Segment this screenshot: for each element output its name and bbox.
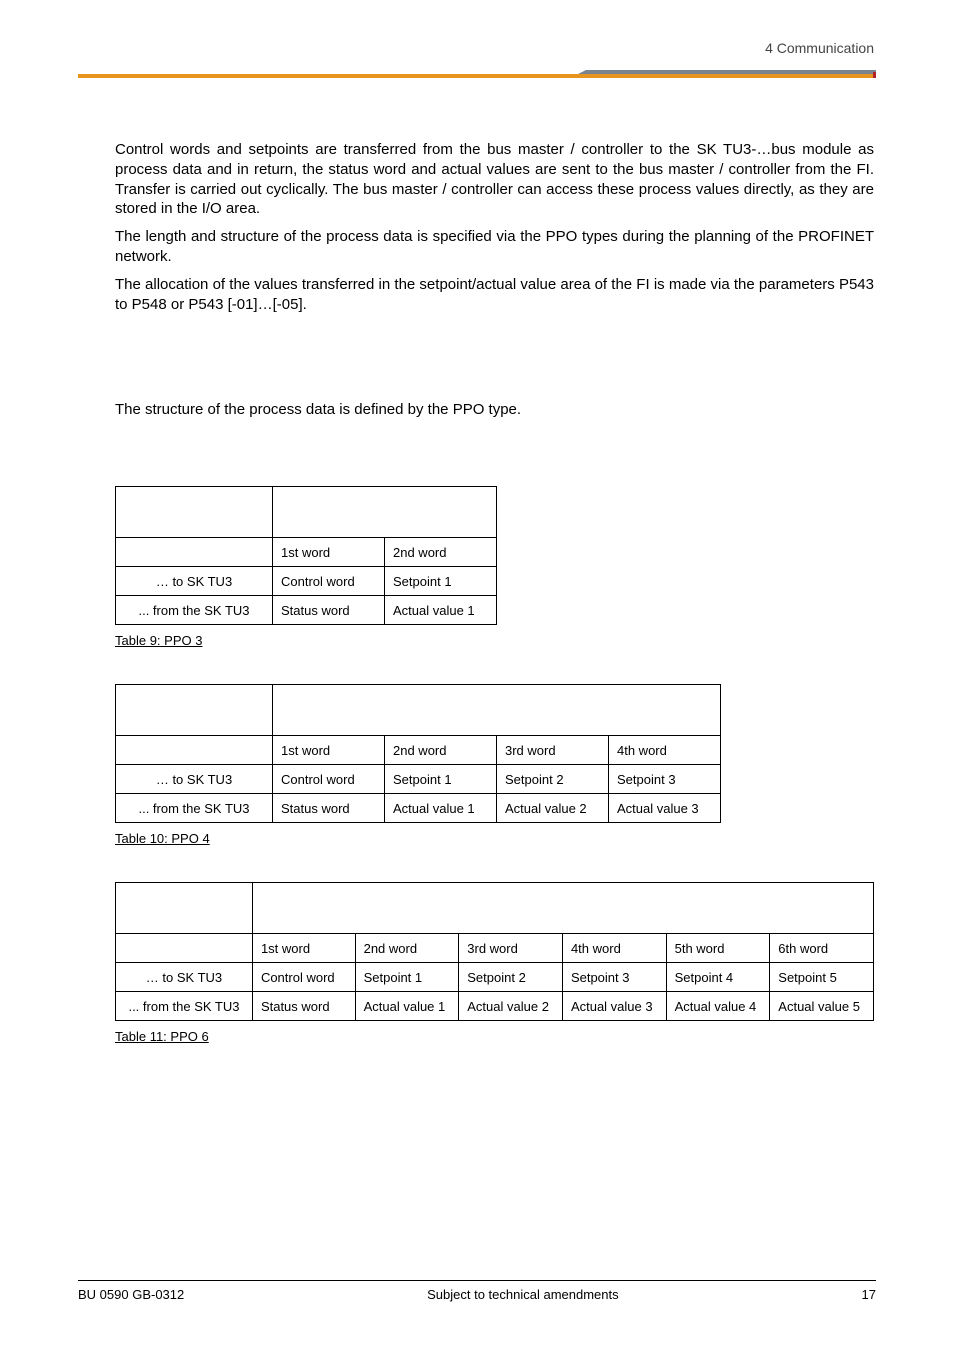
col-2nd: 2nd word <box>385 736 497 765</box>
col-1st: 1st word <box>252 934 355 963</box>
cell-sp1: Setpoint 1 <box>385 567 497 596</box>
cell-sw: Status word <box>273 794 385 823</box>
col-5th: 5th word <box>666 934 770 963</box>
caption-t10: Table 10: PPO 4 <box>115 831 874 846</box>
col-2nd: 2nd word <box>355 934 459 963</box>
row-to: … to SK TU3 <box>116 765 273 794</box>
cell-sp5: Setpoint 5 <box>770 963 874 992</box>
col-1st: 1st word <box>273 538 385 567</box>
cell-cw: Control word <box>273 765 385 794</box>
cell-av5: Actual value 5 <box>770 992 874 1021</box>
cell-cw: Control word <box>273 567 385 596</box>
caption-t9: Table 9: PPO 3 <box>115 633 874 648</box>
cell-av2: Actual value 2 <box>497 794 609 823</box>
cell-sp2: Setpoint 2 <box>497 765 609 794</box>
header-section: 4 Communication <box>765 40 874 56</box>
page-footer: BU 0590 GB-0312 Subject to technical ame… <box>78 1280 876 1302</box>
paragraph-4: The structure of the process data is def… <box>115 400 874 420</box>
cell-sp2: Setpoint 2 <box>459 963 563 992</box>
cell-sp1: Setpoint 1 <box>355 963 459 992</box>
col-3rd: 3rd word <box>459 934 563 963</box>
col-2nd: 2nd word <box>385 538 497 567</box>
table-ppo6: 1st word 2nd word 3rd word 4th word 5th … <box>115 882 874 1021</box>
footer-right: 17 <box>862 1287 876 1302</box>
cell-av1: Actual value 1 <box>385 596 497 625</box>
cell-sw: Status word <box>252 992 355 1021</box>
cell-sp4: Setpoint 4 <box>666 963 770 992</box>
cell-sp3: Setpoint 3 <box>562 963 666 992</box>
paragraph-2: The length and structure of the process … <box>115 227 874 267</box>
row-from: ... from the SK TU3 <box>116 596 273 625</box>
col-4th: 4th word <box>609 736 721 765</box>
col-3rd: 3rd word <box>497 736 609 765</box>
col-1st: 1st word <box>273 736 385 765</box>
caption-t11: Table 11: PPO 6 <box>115 1029 874 1044</box>
col-4th: 4th word <box>562 934 666 963</box>
table-ppo4: 1st word 2nd word 3rd word 4th word … to… <box>115 684 721 823</box>
cell-av3: Actual value 3 <box>609 794 721 823</box>
col-6th: 6th word <box>770 934 874 963</box>
cell-sp1: Setpoint 1 <box>385 765 497 794</box>
row-to: … to SK TU3 <box>116 567 273 596</box>
row-from: ... from the SK TU3 <box>116 992 253 1021</box>
cell-sw: Status word <box>273 596 385 625</box>
cell-cw: Control word <box>252 963 355 992</box>
paragraph-1: Control words and setpoints are transfer… <box>115 140 874 219</box>
cell-av1: Actual value 1 <box>355 992 459 1021</box>
header-rule <box>78 68 876 78</box>
footer-center: Subject to technical amendments <box>427 1287 619 1302</box>
cell-av3: Actual value 3 <box>562 992 666 1021</box>
cell-av1: Actual value 1 <box>385 794 497 823</box>
cell-sp3: Setpoint 3 <box>609 765 721 794</box>
row-from: ... from the SK TU3 <box>116 794 273 823</box>
table-ppo3: 1st word 2nd word … to SK TU3 Control wo… <box>115 486 497 625</box>
cell-av4: Actual value 4 <box>666 992 770 1021</box>
row-to: … to SK TU3 <box>116 963 253 992</box>
cell-av2: Actual value 2 <box>459 992 563 1021</box>
paragraph-3: The allocation of the values transferred… <box>115 275 874 315</box>
footer-left: BU 0590 GB-0312 <box>78 1287 184 1302</box>
